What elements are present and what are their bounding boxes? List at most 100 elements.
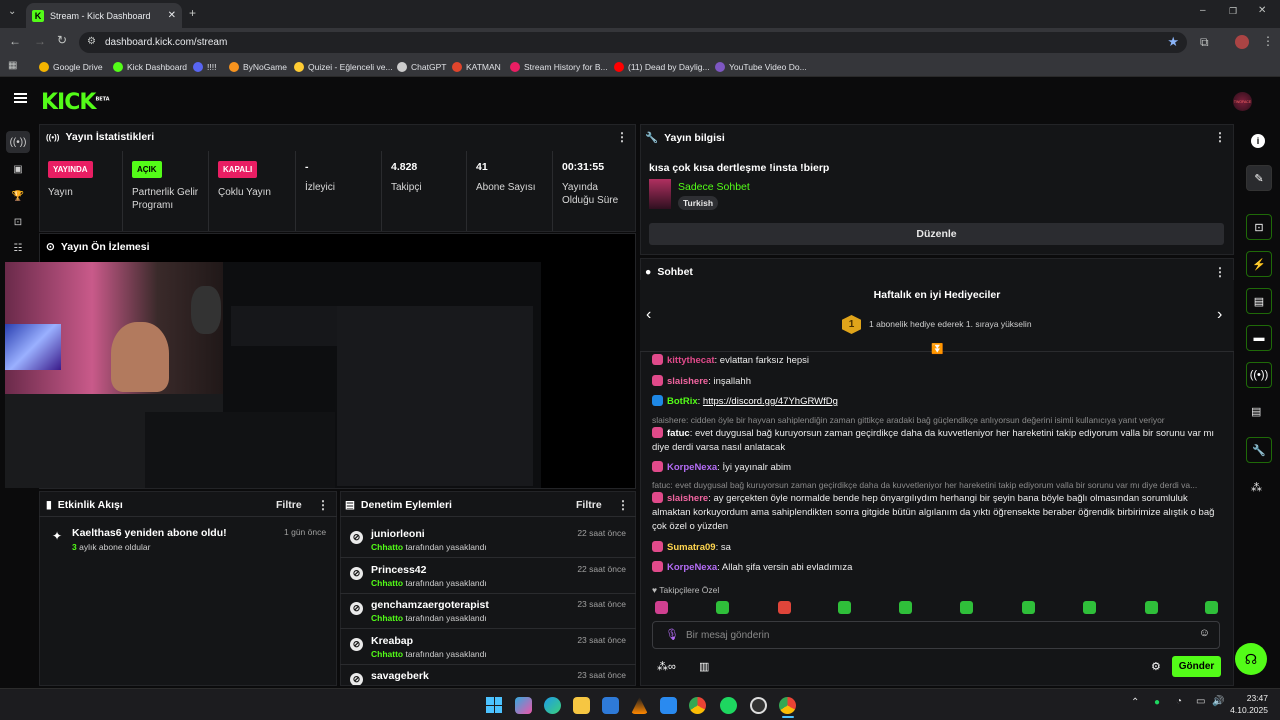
moderator-name[interactable]: Chhatto: [371, 542, 403, 552]
bookmark-item[interactable]: !!!!: [193, 60, 216, 74]
tray-overflow-icon[interactable]: ⌃: [1131, 697, 1139, 708]
maximize-icon[interactable]: ❐: [1229, 6, 1237, 17]
emote-icon[interactable]: [838, 601, 851, 614]
chat-tool-icon[interactable]: ▬: [1246, 325, 1272, 351]
chat-username[interactable]: slaishere: [667, 493, 708, 504]
nav-analytics-icon[interactable]: ▣: [6, 158, 30, 180]
emote-icon[interactable]: [1083, 601, 1096, 614]
emote-icon[interactable]: [1145, 601, 1158, 614]
info-icon[interactable]: i: [1251, 134, 1265, 148]
moderation-menu-icon[interactable]: ⋮: [617, 498, 629, 512]
new-tab-icon[interactable]: +: [189, 6, 196, 20]
moderation-user[interactable]: Kreabap: [371, 635, 413, 647]
chat-message[interactable]: Sumatra09: sa: [652, 541, 1222, 555]
chat-menu-icon[interactable]: ⋮: [1214, 265, 1226, 279]
moderation-user[interactable]: juniorleoni: [371, 528, 425, 540]
moderation-item[interactable]: ⊘ juniorleoni Chhatto tarafından yasakland…: [340, 528, 636, 558]
chat-input[interactable]: 🎙 Bir mesaj gönderin ☺: [652, 621, 1220, 649]
reload-icon[interactable]: ↻: [57, 33, 67, 47]
stats-menu-icon[interactable]: ⋮: [616, 130, 628, 144]
chat-message[interactable]: KorpeNexa: İyi yayınalr abim: [652, 461, 1222, 475]
chat-message[interactable]: KorpeNexa: Allah şifa versin abi evladım…: [652, 561, 1222, 575]
profile-avatar-icon[interactable]: [1235, 35, 1249, 49]
emote-icon[interactable]: [1205, 601, 1218, 614]
send-button[interactable]: Gönder: [1172, 656, 1221, 677]
moderator-name[interactable]: Chhatto: [371, 613, 403, 623]
wrench-tool-icon[interactable]: 🔧: [1246, 437, 1272, 463]
emote-icon[interactable]: [960, 601, 973, 614]
chat-message[interactable]: slaishere: inşallahh: [652, 375, 1222, 389]
moderation-user[interactable]: Princess42: [371, 564, 426, 576]
activity-menu-icon[interactable]: ⋮: [317, 498, 329, 512]
kick-logo[interactable]: KICKBETA: [41, 90, 110, 115]
edit-button[interactable]: Düzenle: [649, 223, 1224, 245]
chat-username[interactable]: KorpeNexa: [667, 562, 717, 573]
network-icon[interactable]: ▭: [1196, 696, 1205, 707]
nav-community-icon[interactable]: ☷: [6, 237, 30, 259]
apps-grid-icon[interactable]: ▦: [8, 60, 17, 71]
moderation-item[interactable]: ⊘ Princess42 Chhatto tarafından yasaklandı…: [340, 564, 636, 594]
microphone-icon[interactable]: 🎙: [665, 628, 679, 641]
user-avatar[interactable]: TWOFACE: [1233, 92, 1252, 111]
clock-date[interactable]: 4.10.2025: [1226, 705, 1268, 715]
tray-app-icon[interactable]: ●: [1154, 697, 1160, 708]
emote-icon[interactable]: [1022, 601, 1035, 614]
chrome-icon[interactable]: [689, 697, 706, 714]
minimize-icon[interactable]: –: [1200, 5, 1206, 16]
obs-icon[interactable]: [750, 697, 767, 714]
clock-time[interactable]: 23:47: [1236, 693, 1268, 703]
emote-icon[interactable]: [655, 601, 668, 614]
gifters-next-icon[interactable]: ›: [1217, 306, 1222, 324]
stream-preview-video[interactable]: [5, 262, 541, 488]
moderator-name[interactable]: Chhatto: [371, 578, 403, 588]
tab-search-icon[interactable]: ⌄: [8, 6, 16, 17]
moderation-item[interactable]: ⊘ Kreabap Chhatto tarafından yasaklandı 23 …: [340, 635, 636, 665]
support-chat-icon[interactable]: ☊: [1235, 643, 1267, 675]
chat-message[interactable]: BotRix: https://discord.gg/47YhGRWfDg: [652, 395, 1222, 409]
activity-filter-button[interactable]: Filtre: [276, 499, 302, 511]
forward-icon[interactable]: →: [34, 34, 46, 48]
chat-username[interactable]: fatuc: [667, 428, 690, 439]
nav-trophy-icon[interactable]: 🏆: [6, 185, 30, 207]
emote-icon[interactable]: [778, 601, 791, 614]
bookmark-item[interactable]: Google Drive: [39, 60, 103, 74]
bookmark-item[interactable]: YouTube Video Do...: [715, 60, 807, 74]
chat-username[interactable]: Sumatra09: [667, 542, 716, 553]
bookmark-item[interactable]: ChatGPT: [397, 60, 446, 74]
wifi-icon[interactable]: ◔: [1176, 696, 1182, 707]
scan-tool-icon[interactable]: ⊡: [1246, 214, 1272, 240]
chat-message[interactable]: fatuc: evet duygusal bağ kuruyorsun zama…: [652, 427, 1222, 455]
moderation-user[interactable]: savageberk: [371, 670, 429, 682]
browser-tab[interactable]: K Stream - Kick Dashboard ✕: [26, 3, 182, 28]
edge-icon[interactable]: [544, 697, 561, 714]
emote-icon[interactable]: [716, 601, 729, 614]
store-icon[interactable]: ▥: [699, 660, 709, 673]
bookmark-item[interactable]: Quizei - Eğlenceli ve...: [294, 60, 393, 74]
bookmark-item[interactable]: Stream History for B...: [510, 60, 608, 74]
emoji-picker-icon[interactable]: ☺: [1199, 627, 1210, 639]
gifters-prev-icon[interactable]: ‹: [646, 306, 651, 324]
url-input[interactable]: ⚙ dashboard.kick.com/stream ★: [79, 32, 1187, 53]
volume-icon[interactable]: 🔊: [1212, 696, 1224, 707]
store-taskbar-icon[interactable]: [602, 697, 619, 714]
edit-tool-icon[interactable]: ✎: [1246, 165, 1272, 191]
nav-stream-icon[interactable]: ((•)): [6, 131, 30, 153]
chat-username[interactable]: BotRix: [667, 396, 698, 407]
chat-username[interactable]: kittythecat: [667, 355, 715, 366]
bookmark-item[interactable]: Kick Dashboard: [113, 60, 187, 74]
site-info-icon[interactable]: ⚙: [87, 36, 96, 47]
back-icon[interactable]: ←: [9, 34, 21, 48]
bookmark-item[interactable]: (11) Dead by Daylig...: [614, 60, 710, 74]
clipboard-tool-icon[interactable]: ▤: [1246, 288, 1272, 314]
info-menu-icon[interactable]: ⋮: [1214, 130, 1226, 144]
bookmark-item[interactable]: KATMAN: [452, 60, 501, 74]
chat-username[interactable]: slaishere: [667, 376, 708, 387]
broadcast-tool-icon[interactable]: ((•)): [1246, 362, 1272, 388]
bookmark-star-icon[interactable]: ★: [1167, 34, 1179, 50]
extensions-icon[interactable]: ⧉: [1200, 35, 1209, 50]
moderation-item[interactable]: ⊘ genchamzaergoterapist Chhatto tarafından…: [340, 599, 636, 629]
browser-menu-icon[interactable]: ⋮: [1262, 34, 1274, 48]
app-icon-blue[interactable]: [660, 697, 677, 714]
hamburger-menu-icon[interactable]: [14, 93, 27, 103]
close-window-icon[interactable]: ✕: [1258, 5, 1266, 16]
